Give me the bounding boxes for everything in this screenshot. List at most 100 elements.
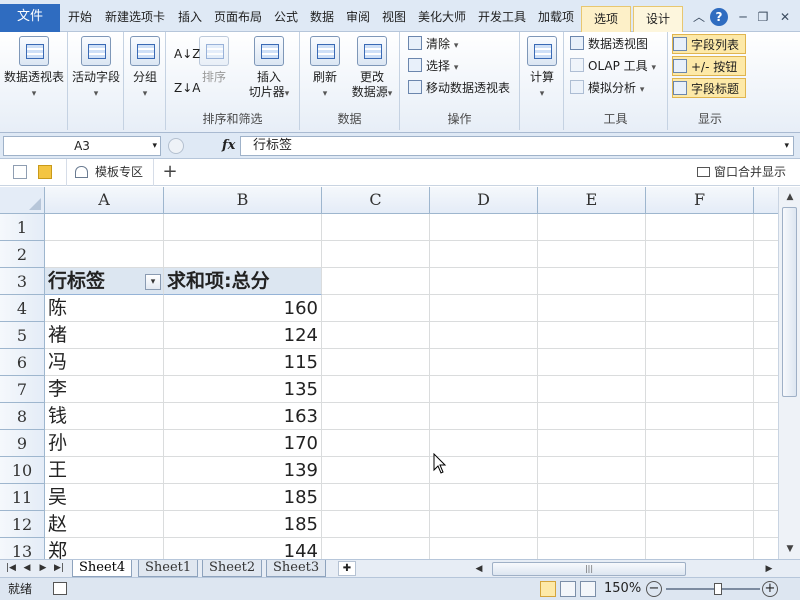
cell-empty[interactable] — [430, 241, 538, 268]
cell-empty[interactable] — [430, 484, 538, 511]
cell-value[interactable]: 求和项:总分 — [164, 268, 322, 295]
cell-empty[interactable] — [646, 349, 754, 376]
first-sheet-icon[interactable]: |◀ — [4, 560, 18, 577]
row-header[interactable]: 6 — [0, 349, 45, 376]
cell-empty[interactable] — [754, 457, 778, 484]
cell-row-label[interactable] — [45, 214, 164, 241]
fx-icon[interactable]: fx — [222, 138, 235, 153]
cell-empty[interactable] — [754, 322, 778, 349]
cell-value[interactable]: 115 — [164, 349, 322, 376]
cell-empty[interactable] — [430, 268, 538, 295]
insert-slicer-button[interactable]: 插入 切片器▾ — [242, 36, 296, 102]
cell-empty[interactable] — [754, 511, 778, 538]
tab-view[interactable]: 视图 — [378, 7, 410, 29]
tab-meihua[interactable]: 美化大师 — [414, 7, 470, 29]
cell-row-label[interactable] — [45, 241, 164, 268]
cell-empty[interactable] — [646, 268, 754, 295]
cell-empty[interactable] — [754, 268, 778, 295]
formula-input[interactable]: 行标签 ▾ — [240, 136, 794, 156]
spreadsheet-grid[interactable]: A B C D E F 行标签 ▾ 求和项:总分陈 160 褚 124 冯 115 李 135 钱 1… — [0, 187, 778, 559]
sheet-tab[interactable]: Sheet1 — [138, 560, 199, 577]
tab-design[interactable]: 设计 — [633, 6, 683, 32]
cell-empty[interactable] — [646, 376, 754, 403]
row-header[interactable]: 7 — [0, 376, 45, 403]
cell-empty[interactable] — [322, 295, 430, 322]
cell-row-label[interactable]: 冯 — [45, 349, 164, 376]
cell-empty[interactable] — [322, 457, 430, 484]
cell-value[interactable]: 160 — [164, 295, 322, 322]
cell-value[interactable]: 144 — [164, 538, 322, 559]
cell-empty[interactable] — [430, 322, 538, 349]
cell-empty[interactable] — [322, 214, 430, 241]
row-header[interactable]: 2 — [0, 241, 45, 268]
sort-button[interactable]: 排序 — [196, 36, 232, 85]
cell-row-label[interactable]: 赵 — [45, 511, 164, 538]
cell-empty[interactable] — [430, 376, 538, 403]
cell-row-label[interactable]: 孙 — [45, 430, 164, 457]
field-list-toggle[interactable]: 字段列表 — [672, 34, 746, 54]
cell-empty[interactable] — [322, 322, 430, 349]
row-header[interactable]: 8 — [0, 403, 45, 430]
zoom-level[interactable]: 150% — [604, 578, 641, 600]
cell-empty[interactable] — [754, 349, 778, 376]
cell-row-label[interactable]: 郑 — [45, 538, 164, 559]
refresh-button[interactable]: 刷新 ▾ — [306, 36, 344, 102]
chevron-down-icon[interactable]: ▾ — [784, 137, 789, 155]
cell-value[interactable] — [164, 241, 322, 268]
tab-new[interactable]: 新建选项卡 — [102, 7, 168, 29]
cell-empty[interactable] — [322, 268, 430, 295]
calculations-button[interactable]: 计算 ▾ — [522, 36, 562, 102]
zoom-out-icon[interactable]: − — [646, 581, 662, 597]
cell-row-label[interactable]: 陈 — [45, 295, 164, 322]
cell-empty[interactable] — [754, 538, 778, 559]
cell-value[interactable]: 170 — [164, 430, 322, 457]
macro-record-icon[interactable] — [53, 582, 67, 595]
name-box[interactable]: A3 ▾ — [3, 136, 161, 156]
cell-empty[interactable] — [538, 430, 646, 457]
cell-empty[interactable] — [538, 538, 646, 559]
what-if-button[interactable]: 模拟分析 ▾ — [570, 78, 644, 98]
tab-options[interactable]: 选项 — [581, 6, 631, 32]
tab-template-area[interactable]: 模板专区 — [66, 159, 154, 186]
cell-value[interactable] — [164, 214, 322, 241]
cell-row-label[interactable]: 褚 — [45, 322, 164, 349]
tab-addins[interactable]: 加载项 — [534, 7, 578, 29]
clear-button[interactable]: 清除 ▾ — [408, 34, 458, 54]
cell-row-label[interactable]: 行标签 ▾ — [45, 268, 164, 295]
cell-value[interactable]: 135 — [164, 376, 322, 403]
merge-windows-button[interactable]: 窗口合并显示 — [696, 159, 786, 186]
cell-empty[interactable] — [430, 295, 538, 322]
cell-empty[interactable] — [538, 322, 646, 349]
sheet-tab[interactable]: Sheet3 — [266, 560, 327, 577]
cell-empty[interactable] — [754, 295, 778, 322]
vertical-scrollbar[interactable]: ▲ ▼ — [778, 187, 800, 559]
cell-empty[interactable] — [754, 376, 778, 403]
cell-value[interactable]: 185 — [164, 484, 322, 511]
cell-empty[interactable] — [646, 241, 754, 268]
cell-empty[interactable] — [538, 484, 646, 511]
buttons-toggle[interactable]: +/- 按钮 — [672, 56, 746, 76]
cell-empty[interactable] — [646, 484, 754, 511]
help-icon[interactable]: ? — [710, 8, 728, 26]
row-header[interactable]: 1 — [0, 214, 45, 241]
tab-formulas[interactable]: 公式 — [270, 7, 302, 29]
prev-sheet-icon[interactable]: ◀ — [20, 560, 34, 577]
tab-developer[interactable]: 开发工具 — [474, 7, 530, 29]
cell-value[interactable]: 185 — [164, 511, 322, 538]
cell-empty[interactable] — [430, 403, 538, 430]
next-sheet-icon[interactable]: ▶ — [36, 560, 50, 577]
cell-row-label[interactable]: 钱 — [45, 403, 164, 430]
horizontal-scrollbar[interactable]: ◀ ||| ▶ — [472, 561, 778, 577]
tab-home[interactable]: 开始 — [64, 7, 96, 29]
restore-icon[interactable]: ❐ — [754, 8, 772, 26]
cell-empty[interactable] — [322, 511, 430, 538]
tab-review[interactable]: 审阅 — [342, 7, 374, 29]
cell-empty[interactable] — [538, 403, 646, 430]
cell-row-label[interactable]: 王 — [45, 457, 164, 484]
add-tab-button[interactable]: + — [160, 161, 180, 183]
cell-empty[interactable] — [322, 349, 430, 376]
row-header[interactable]: 3 — [0, 268, 45, 295]
cell-empty[interactable] — [646, 430, 754, 457]
cell-empty[interactable] — [646, 403, 754, 430]
scroll-right-icon[interactable]: ▶ — [762, 561, 776, 578]
